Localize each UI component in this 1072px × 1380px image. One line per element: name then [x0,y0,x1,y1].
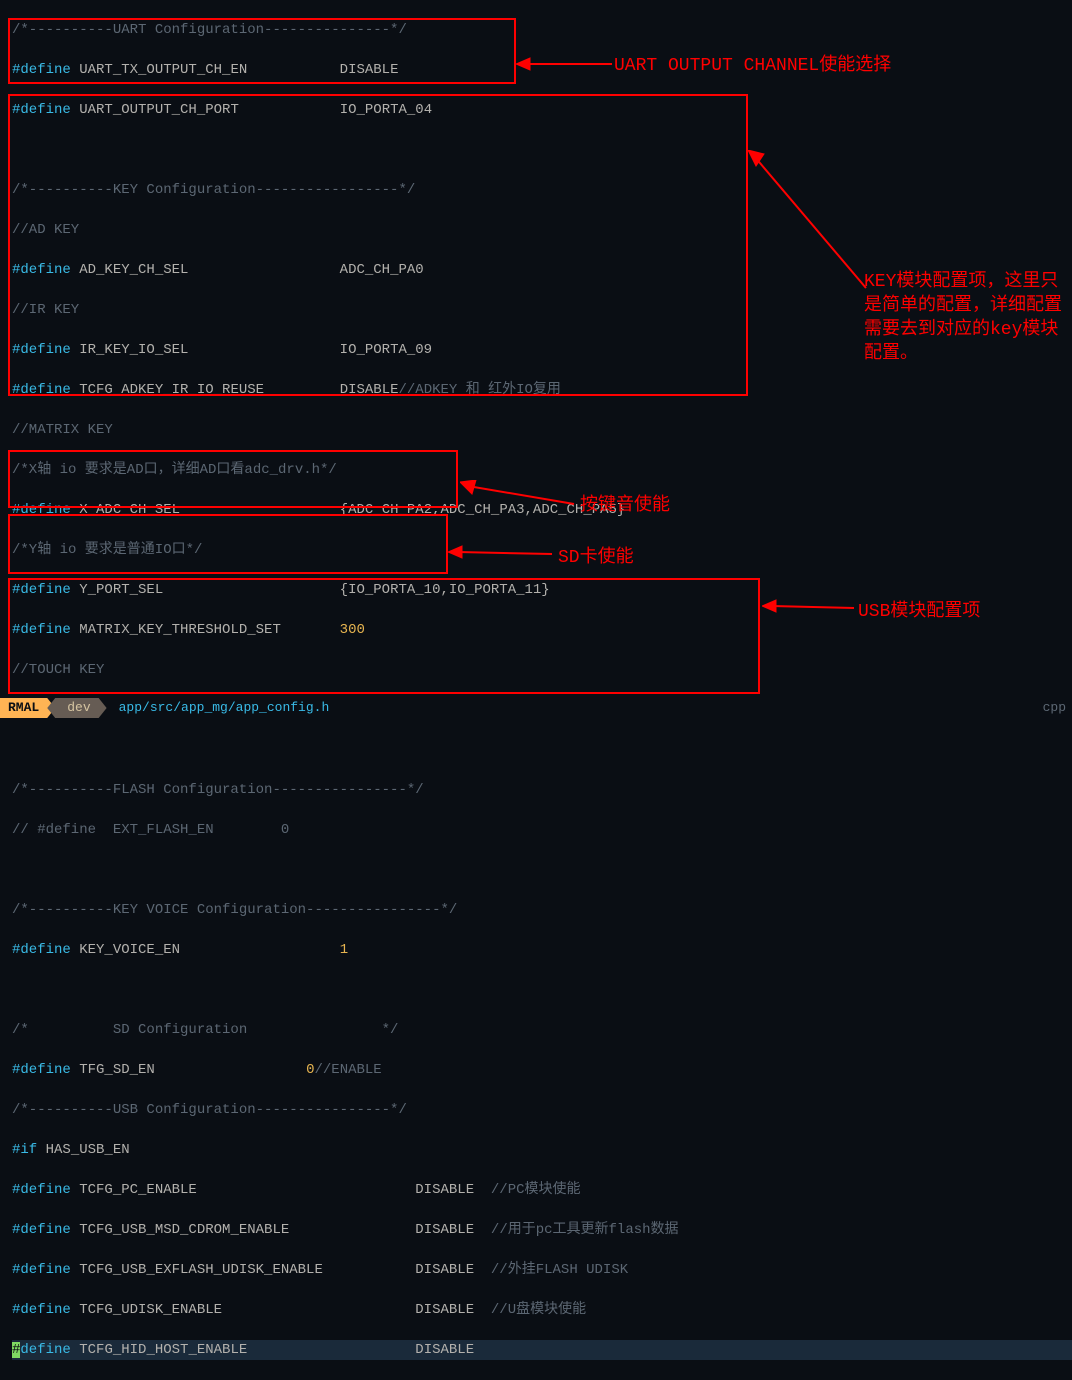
comment: //用于pc工具更新flash数据 [491,1222,679,1238]
comment: /* SD Configuration */ [12,1022,398,1038]
comment: //TOUCH KEY [12,662,104,678]
keyword-if: #if [12,1142,37,1158]
cursor: # [12,1342,20,1358]
keyword-define: #define [12,1302,71,1318]
arrow-icon [516,54,612,74]
macro-name: TCFG_USB_MSD_CDROM_ENABLE [79,1222,289,1238]
keyword-define: #define [12,622,71,638]
macro-value: IO_PORTA_04 [340,102,432,118]
comment: //外挂FLASH UDISK [491,1262,628,1278]
macro-value: DISABLE [415,1262,474,1278]
macro-name: AD_KEY_CH_SEL [79,262,188,278]
macro-name: UART_OUTPUT_CH_PORT [79,102,239,118]
macro-name: HAS_USB_EN [46,1142,130,1158]
keyword-define: #define [12,102,71,118]
comment: /*----------KEY VOICE Configuration-----… [12,902,457,918]
annotation-text-voice: 按键音使能 [580,494,670,518]
comment: //AD KEY [12,222,79,238]
comment: //IR KEY [12,302,79,318]
keyword-define: #define [12,942,71,958]
macro-name: MATRIX_KEY_THRESHOLD_SET [79,622,281,638]
comment: /*Y轴 io 要求是普通IO口*/ [12,542,202,558]
file-language: cpp [1043,698,1072,718]
status-bar: RMAL dev app/src/app_mg/app_config.h cpp [0,698,1072,718]
comment: //ADKEY 和 红外IO复用 [399,382,561,398]
macro-name: X_ADC_CH_SEL [79,502,180,518]
macro-name: Y_PORT_SEL [79,582,163,598]
macro-name: TCFG_USB_EXFLASH_UDISK_ENABLE [79,1262,323,1278]
keyword-define: #define [12,382,71,398]
annotation-text-usb: USB模块配置项 [858,600,980,624]
annotation-text-sd: SD卡使能 [558,546,634,570]
comment: /*----------FLASH Configuration---------… [12,782,424,798]
comment: //ENABLE [314,1062,381,1078]
keyword-define: #define [12,502,71,518]
comment: /*----------USB Configuration-----------… [12,1102,407,1118]
keyword-define: #define [12,342,71,358]
keyword-define: #define [12,582,71,598]
macro-value: IO_PORTA_09 [340,342,432,358]
macro-value: 300 [340,622,365,638]
file-path: app/src/app_mg/app_config.h [107,698,330,718]
comment: /*----------KEY Configuration-----------… [12,182,415,198]
mode-indicator: RMAL [0,698,55,718]
macro-name: TFG_SD_EN [79,1062,155,1078]
annotation-text-key: KEY模块配置项，这里只是简单的配置，详细配置需要去到对应的key模块配置。 [864,270,1064,366]
arrow-icon [748,150,868,290]
comment: // #define EXT_FLASH_EN 0 [12,822,289,838]
macro-value: 0 [306,1062,314,1078]
macro-name: TCFG_ADKEY_IR_IO_REUSE [79,382,264,398]
macro-value: DISABLE [415,1182,474,1198]
macro-value: DISABLE [415,1222,474,1238]
macro-value: ADC_CH_PA0 [340,262,424,278]
keyword-define: #define [12,262,71,278]
keyword-define: #define [12,1222,71,1238]
macro-name: IR_KEY_IO_SEL [79,342,188,358]
macro-value: DISABLE [415,1302,474,1318]
macro-value: DISABLE [340,62,399,78]
comment: //PC模块使能 [491,1182,581,1198]
macro-value: {IO_PORTA_10,IO_PORTA_11} [340,582,550,598]
keyword-define: define [20,1342,70,1358]
comment: //MATRIX KEY [12,422,113,438]
comment: /*----------UART Configuration----------… [12,22,407,38]
macro-name: TCFG_HID_HOST_ENABLE [79,1342,247,1358]
git-branch[interactable]: dev [47,698,106,718]
macro-name: UART_TX_OUTPUT_CH_EN [79,62,247,78]
keyword-define: #define [12,1262,71,1278]
keyword-define: #define [12,1062,71,1078]
macro-value: DISABLE [415,1342,474,1358]
keyword-define: #define [12,1182,71,1198]
keyword-define: #define [12,62,71,78]
arrow-icon [448,544,554,560]
macro-name: TCFG_PC_ENABLE [79,1182,197,1198]
macro-name: KEY_VOICE_EN [79,942,180,958]
macro-value: DISABLE [340,382,399,398]
macro-value: 1 [340,942,348,958]
comment: /*X轴 io 要求是AD口，详细AD口看adc_drv.h*/ [12,462,337,478]
macro-name: TCFG_UDISK_ENABLE [79,1302,222,1318]
arrow-icon [460,480,576,508]
branch-name: dev [67,700,90,715]
arrow-icon [762,598,856,614]
comment: //U盘模块使能 [491,1302,586,1318]
annotation-text-uart: UART OUTPUT CHANNEL使能选择 [614,54,891,78]
